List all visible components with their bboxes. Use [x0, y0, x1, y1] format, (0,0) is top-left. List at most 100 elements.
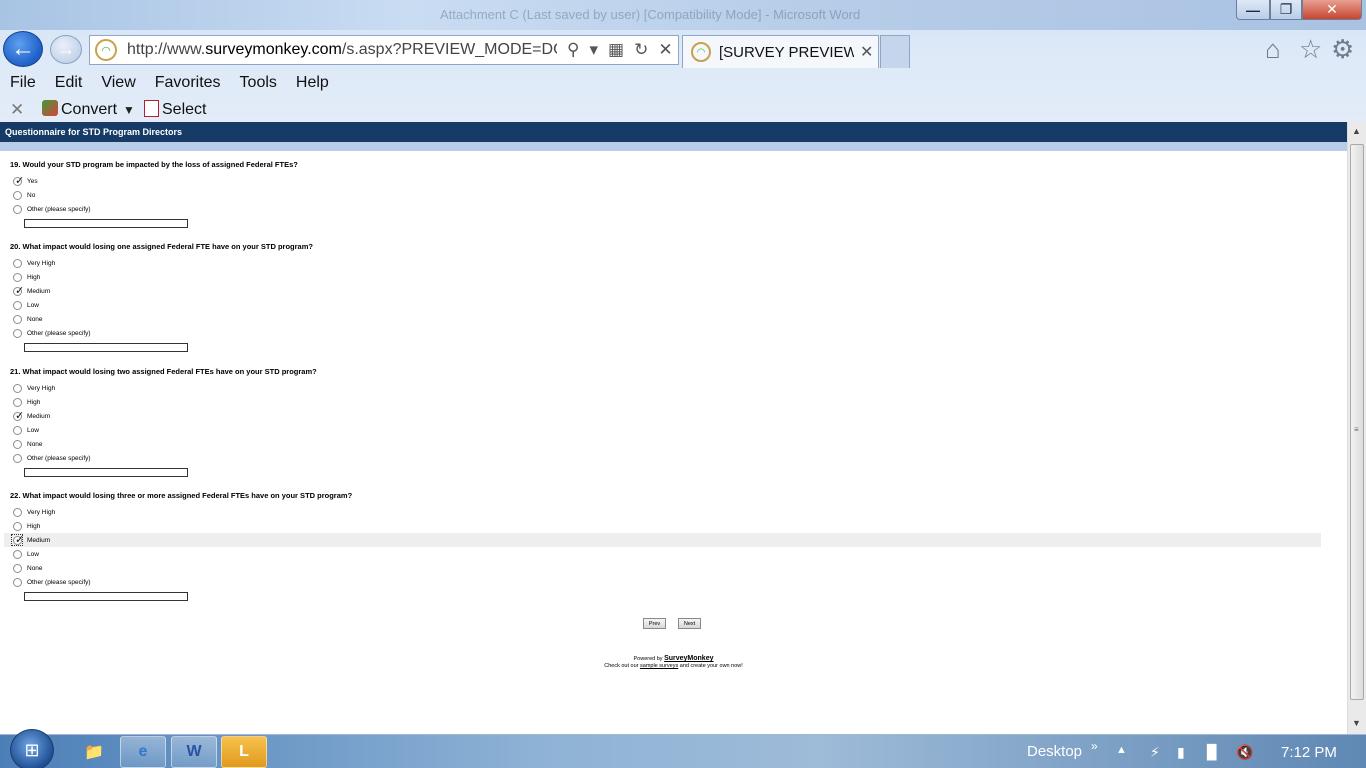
close-window-button[interactable]: ✕	[1302, 0, 1362, 20]
radio-button[interactable]	[13, 453, 22, 463]
option-high[interactable]: High	[10, 270, 313, 284]
radio-button[interactable]	[13, 439, 22, 449]
option-medium[interactable]: ✓ Medium	[10, 284, 313, 298]
menu-favorites[interactable]: Favorites	[155, 74, 221, 92]
option-other[interactable]: Other (please specify)	[10, 451, 317, 465]
option-very-high[interactable]: Very High	[10, 505, 352, 519]
scroll-thumb[interactable]: ≡	[1350, 144, 1364, 700]
option-high[interactable]: High	[10, 519, 352, 533]
radio-button[interactable]	[13, 258, 22, 268]
option-other[interactable]: Other (please specify)	[10, 575, 352, 589]
option-medium[interactable]: ✓ Medium	[10, 409, 317, 423]
lync-taskbar-icon[interactable]: L	[221, 736, 267, 768]
scroll-down-icon[interactable]: ▼	[1352, 718, 1361, 728]
browser-tab[interactable]: ◠ [SURVEY PREVIEW ... ✕	[682, 35, 879, 68]
url-field[interactable]: http://www.surveymonkey.com/s.aspx?PREVI…	[127, 41, 557, 59]
volume-muted-icon[interactable]: 🔇	[1236, 744, 1253, 761]
menu-view[interactable]: View	[101, 74, 135, 92]
option-low[interactable]: Low	[10, 547, 352, 561]
gear-icon[interactable]: ⚙	[1331, 34, 1354, 65]
option-medium[interactable]: ✓ Medium	[4, 533, 1321, 547]
radio-button[interactable]	[13, 272, 22, 282]
option-very-high[interactable]: Very High	[10, 256, 313, 270]
word-taskbar-icon[interactable]: W	[171, 736, 217, 768]
next-button[interactable]: Next	[678, 618, 701, 629]
radio-button[interactable]	[13, 425, 22, 435]
back-button[interactable]: ←	[3, 31, 43, 67]
new-tab-button[interactable]	[880, 35, 910, 68]
radio-button[interactable]: ✓	[13, 534, 24, 546]
option-label: None	[27, 315, 43, 323]
star-icon[interactable]: ☆	[1299, 34, 1322, 65]
option-yes[interactable]: ✓ Yes	[10, 174, 298, 188]
close-toolbar-icon[interactable]: ✕	[10, 100, 24, 120]
other-specify-input[interactable]	[24, 468, 188, 477]
stop-icon[interactable]: ✕	[658, 40, 672, 60]
option-low[interactable]: Low	[10, 298, 313, 312]
vertical-scrollbar[interactable]: ▲ ≡ ▼	[1347, 122, 1366, 734]
menu-file[interactable]: File	[10, 74, 36, 92]
radio-button[interactable]	[13, 190, 22, 200]
explorer-taskbar-icon[interactable]: 📁	[71, 736, 117, 768]
radio-button[interactable]: ✓	[13, 285, 24, 297]
radio-button[interactable]	[13, 314, 22, 324]
signal-icon[interactable]: ▉	[1207, 744, 1218, 761]
network-icon[interactable]: ⚡	[1150, 744, 1160, 761]
option-no[interactable]: No	[10, 188, 298, 202]
surveymonkey-link[interactable]: SurveyMonkey	[664, 655, 713, 662]
address-bar[interactable]: ◠ http://www.surveymonkey.com/s.aspx?PRE…	[89, 35, 679, 65]
minimize-button[interactable]: —	[1236, 0, 1270, 20]
option-other[interactable]: Other (please specify)	[10, 202, 298, 216]
radio-button[interactable]	[13, 549, 22, 559]
radio-button[interactable]	[13, 577, 22, 587]
home-icon[interactable]: ⌂	[1265, 34, 1281, 65]
convert-dropdown-icon[interactable]: ▼	[123, 103, 135, 117]
desktop-toolbar[interactable]: Desktop	[1027, 743, 1082, 760]
radio-button[interactable]	[13, 204, 22, 214]
pdf-select-icon[interactable]	[144, 100, 159, 117]
search-icon[interactable]: ⚲	[567, 40, 579, 60]
radio-button[interactable]: ✓	[13, 410, 24, 422]
radio-button[interactable]: ✓	[13, 175, 24, 187]
option-other[interactable]: Other (please specify)	[10, 326, 313, 340]
tab-close-icon[interactable]: ✕	[860, 42, 873, 62]
radio-button[interactable]	[13, 383, 22, 393]
forward-button[interactable]: →	[50, 35, 82, 64]
maximize-button[interactable]: ❐	[1270, 0, 1302, 20]
menu-edit[interactable]: Edit	[55, 74, 83, 92]
internet-explorer-taskbar-icon[interactable]: e	[120, 736, 166, 768]
menu-help[interactable]: Help	[296, 74, 329, 92]
option-very-high[interactable]: Very High	[10, 381, 317, 395]
battery-icon[interactable]: ▮	[1177, 744, 1185, 761]
option-high[interactable]: High	[10, 395, 317, 409]
sample-surveys-link[interactable]: sample surveys	[640, 663, 678, 669]
radio-button[interactable]	[13, 397, 22, 407]
convert-button[interactable]: Convert	[61, 101, 117, 119]
start-button[interactable]: ⊞	[10, 729, 54, 768]
option-none[interactable]: None	[10, 561, 352, 575]
other-specify-input[interactable]	[24, 592, 188, 601]
taskbar-clock[interactable]: 7:12 PM	[1281, 744, 1337, 761]
other-specify-input[interactable]	[24, 343, 188, 352]
menu-tools[interactable]: Tools	[240, 74, 277, 92]
select-button[interactable]: Select	[162, 101, 206, 119]
compatibility-view-icon[interactable]: ▦	[608, 40, 624, 60]
other-specify-input[interactable]	[24, 219, 188, 228]
radio-button[interactable]	[13, 328, 22, 338]
scroll-up-icon[interactable]: ▲	[1352, 126, 1361, 136]
pdf-convert-icon[interactable]	[42, 100, 58, 116]
prev-button[interactable]: Prev	[643, 618, 666, 629]
checkout-pre: Check out our	[604, 663, 639, 669]
option-low[interactable]: Low	[10, 423, 317, 437]
radio-button[interactable]	[13, 507, 22, 517]
chevron-right-icon[interactable]: »	[1091, 739, 1098, 753]
radio-button[interactable]	[13, 300, 22, 310]
window-titlebar[interactable]: Attachment C (Last saved by user) [Compa…	[0, 0, 1366, 30]
radio-button[interactable]	[13, 563, 22, 573]
chevron-down-icon[interactable]: ▾	[589, 40, 598, 60]
show-hidden-icons-icon[interactable]: ▲	[1116, 744, 1127, 756]
radio-button[interactable]	[13, 521, 22, 531]
option-none[interactable]: None	[10, 437, 317, 451]
option-none[interactable]: None	[10, 312, 313, 326]
refresh-icon[interactable]: ↻	[634, 40, 648, 60]
